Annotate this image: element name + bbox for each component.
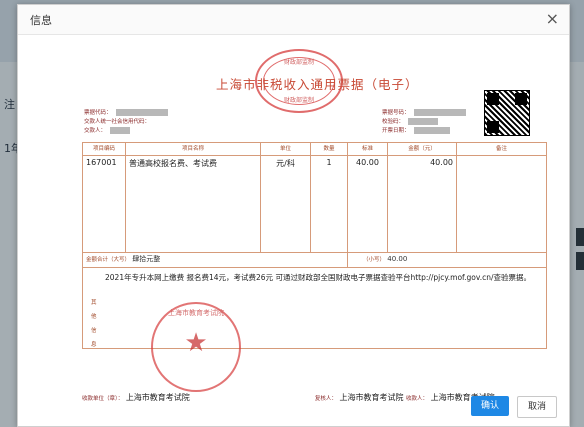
close-icon[interactable]: × xyxy=(546,9,559,28)
meta-credit-code: 交款人统一社会信用代码： xyxy=(84,119,151,125)
dialog-buttons: 确认 取消 xyxy=(470,396,557,418)
star-icon: ★ xyxy=(184,328,208,358)
meta-payer: 交款人： xyxy=(84,126,131,134)
total-upper-label: 金额合计（大写） xyxy=(86,257,131,263)
total-lower-label: （小写） xyxy=(363,257,386,263)
dialog-content: 财政部监制 财政部监制 上海市非税收入通用票据（电子） 票据代码： 交款人统一社… xyxy=(19,35,568,402)
reviewer-label: 复核人： xyxy=(314,396,337,402)
column-header: 标准 xyxy=(348,143,388,155)
exam-institute-seal-stamp: 上海市教育考试院 ★ xyxy=(151,302,241,392)
collector-label: 收款人： xyxy=(406,396,429,402)
column-header: 项目编码 xyxy=(83,143,126,155)
item-name: 普通高校报名费、考试费 xyxy=(126,156,261,252)
total-lower-value: 40.00 xyxy=(387,255,408,263)
invoice-table: 项目编码 项目名称 单位 数量 标准 金额（元） 备注 167001 普通高校报… xyxy=(82,142,547,349)
meta-number: 票据号码： xyxy=(382,108,466,116)
payee-unit-label: 收款单位（章）： xyxy=(82,396,124,402)
info-dialog: 信息 × 财政部监制 财政部监制 上海市非税收入通用票据（电子） 票据代码： 交… xyxy=(17,4,570,427)
confirm-button[interactable]: 确认 xyxy=(470,396,509,416)
item-quantity: 1 xyxy=(311,156,348,252)
item-amount: 40.00 xyxy=(388,156,457,252)
column-header: 项目名称 xyxy=(126,143,261,155)
column-header: 单位 xyxy=(261,143,311,155)
table-header-row: 项目编码 项目名称 单位 数量 标准 金额（元） 备注 xyxy=(83,143,546,156)
qr-code-icon xyxy=(484,90,530,136)
total-upper-value: 肆拾元整 xyxy=(132,255,161,263)
table-row: 167001 普通高校报名费、考试费 元/科 1 40.00 40.00 xyxy=(83,156,546,253)
column-header: 备注 xyxy=(495,146,507,152)
item-remark xyxy=(457,156,546,252)
invoice-title: 上海市非税收入通用票据（电子） xyxy=(216,77,419,92)
invoice: 财政部监制 财政部监制 上海市非税收入通用票据（电子） 票据代码： 交款人统一社… xyxy=(44,40,547,402)
payee-unit-value: 上海市教育考试院 xyxy=(125,393,190,402)
note-side-label: 其 他 信 息 xyxy=(91,300,97,348)
cancel-button[interactable]: 取消 xyxy=(516,396,557,418)
total-row: 金额合计（大写） 肆拾元整 （小写） 40.00 xyxy=(83,253,546,268)
item-code: 167001 xyxy=(83,156,126,252)
dialog-title: 信息 xyxy=(30,14,52,27)
meta-check-code: 校验码： xyxy=(382,117,439,125)
meta-date: 开票日期： xyxy=(382,126,450,134)
meta-code: 票据代码： xyxy=(84,108,168,116)
note-text: 2021年专升本网上缴费 报名费14元，考试费26元 可通过财政部全国财政电子票… xyxy=(105,273,532,282)
column-header: 金额（元） xyxy=(388,143,457,155)
item-unit: 元/科 xyxy=(261,156,311,252)
reviewer-value: 上海市教育考试院 xyxy=(339,393,404,402)
column-header: 数量 xyxy=(311,143,348,155)
dialog-titlebar: 信息 × xyxy=(18,5,569,35)
item-standard: 40.00 xyxy=(348,156,388,252)
